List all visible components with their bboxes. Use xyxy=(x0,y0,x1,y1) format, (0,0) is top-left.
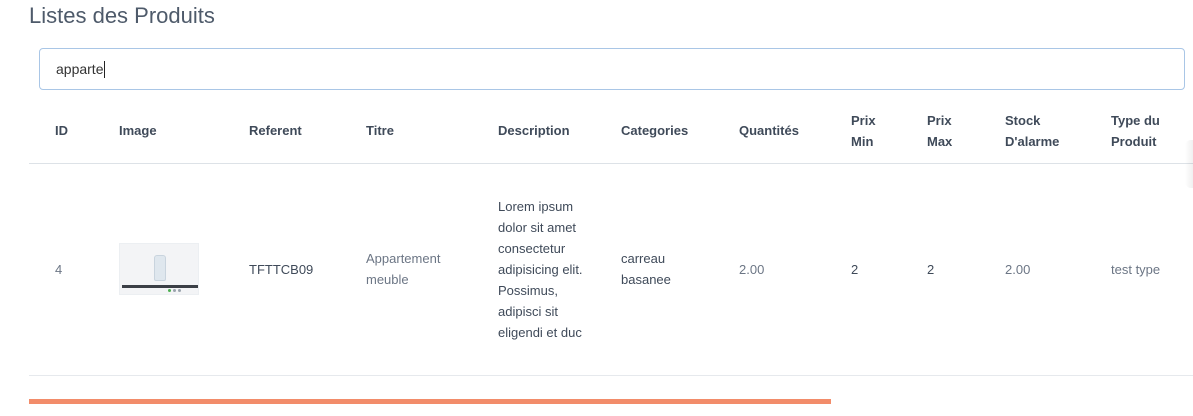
column-header-categories[interactable]: Categories xyxy=(595,99,713,164)
products-page: Listes des Produits ID Image Referent Ti… xyxy=(0,0,1193,416)
column-header-image[interactable]: Image xyxy=(93,99,223,164)
table-header-row: ID Image Referent Titre Description Cate… xyxy=(29,99,1193,164)
column-header-titre[interactable]: Titre xyxy=(340,99,472,164)
cell-quantites: 2.00 xyxy=(713,163,825,376)
page-title: Listes des Produits xyxy=(29,3,215,28)
column-header-prix-max[interactable]: Prix Max xyxy=(901,99,979,164)
panel-edge-shadow xyxy=(1185,140,1193,188)
cell-description: Lorem ipsum dolor sit amet consectetur a… xyxy=(472,163,595,376)
cell-categories: carreau basanee xyxy=(595,163,713,376)
cell-referent: TFTTCB09 xyxy=(223,163,340,376)
cell-id: 4 xyxy=(29,163,93,376)
cell-type-produit: test type xyxy=(1085,163,1193,376)
column-header-type-produit[interactable]: Type du Produit xyxy=(1085,99,1193,164)
products-table: ID Image Referent Titre Description Cate… xyxy=(29,99,1193,376)
loading-progress-bar xyxy=(29,399,831,404)
text-caret xyxy=(104,61,105,78)
cell-titre: Appartement meuble xyxy=(340,163,472,376)
cell-prix-max: 2 xyxy=(901,163,979,376)
column-header-id[interactable]: ID xyxy=(29,99,93,164)
column-header-stock-alarme[interactable]: Stock D'alarme xyxy=(979,99,1085,164)
column-header-referent[interactable]: Referent xyxy=(223,99,340,164)
column-header-prix-min[interactable]: Prix Min xyxy=(825,99,901,164)
table-row[interactable]: 4 TFTTCB09 Appartement meuble Lorem ipsu… xyxy=(29,163,1193,376)
search-input[interactable] xyxy=(39,48,1185,90)
product-thumbnail-image[interactable] xyxy=(119,243,199,295)
cell-stock-alarme: 2.00 xyxy=(979,163,1085,376)
cell-prix-min: 2 xyxy=(825,163,901,376)
column-header-description[interactable]: Description xyxy=(472,99,595,164)
cell-image xyxy=(93,163,223,376)
column-header-quantites[interactable]: Quantités xyxy=(713,99,825,164)
